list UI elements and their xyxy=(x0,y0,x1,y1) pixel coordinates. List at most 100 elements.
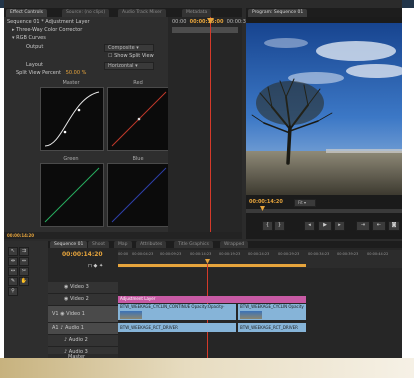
show-split-checkbox[interactable]: ☐ Show Split View xyxy=(108,53,154,60)
timeline-ruler[interactable]: 00:00 00:00:04:23 00:00:09:23 00:00:14:2… xyxy=(118,250,402,268)
red-curve-graph[interactable] xyxy=(107,87,171,151)
blue-curve-line xyxy=(111,167,167,223)
eye-icon[interactable]: ◉ xyxy=(48,296,68,302)
red-curve-point[interactable] xyxy=(137,117,141,121)
ec-split-percent: Split View Percent 50.00 % xyxy=(16,70,87,76)
output-dropdown[interactable]: Composite ▾ xyxy=(104,44,154,52)
ec-mini-clip-bar[interactable] xyxy=(172,27,238,33)
hand-tool[interactable]: ✋ xyxy=(19,277,29,286)
tab-program[interactable]: Program: Sequence 01 xyxy=(248,9,308,17)
speaker-icon[interactable]: ♪ xyxy=(48,337,67,343)
tab-audio-mixer[interactable]: Audio Track Mixer xyxy=(118,9,166,17)
snap-icon[interactable]: ⊓ xyxy=(88,263,92,269)
ruler-label: 00:00 xyxy=(118,252,129,256)
tab-shoot[interactable]: Shoot xyxy=(88,241,109,248)
step-back-button[interactable]: ◂ xyxy=(304,221,315,231)
ruler-label: 00:00:04:23 xyxy=(132,252,154,256)
clip-video-1a[interactable]: BTW_WEEKAGE_CYCLIN_CONTINUE Opacity:Opac… xyxy=(118,304,236,320)
eye-icon[interactable]: ◉ xyxy=(48,284,68,290)
marker-icon[interactable]: ◆ xyxy=(94,263,98,269)
lift-icon: ⇥ xyxy=(360,222,366,228)
tab-map[interactable]: Map xyxy=(114,241,132,248)
hand-icon: ✋ xyxy=(20,278,28,284)
track-header-audio-2[interactable]: ♪ Audio 2 xyxy=(48,335,118,347)
mark-in-button[interactable]: { xyxy=(262,221,273,231)
play-icon: ▶ xyxy=(323,222,327,228)
tab-sequence-01[interactable]: Sequence 01 xyxy=(50,241,88,248)
tab-attributes[interactable]: Attributes xyxy=(136,241,167,248)
selection-tool[interactable]: ↖ xyxy=(8,247,18,256)
clip-video-1b[interactable]: BTW_WEEKAGE_CYCLIN Opacity xyxy=(238,304,306,320)
ruler-label: 00:00:19:23 xyxy=(219,252,241,256)
track-header-video-3[interactable]: ◉ Video 3 xyxy=(48,282,118,294)
ec-status-strip: 00:00:14:20 xyxy=(4,232,242,239)
ruler-label: 00:00:24:23 xyxy=(248,252,270,256)
timeline-timecode[interactable]: 00:00:14:20 xyxy=(62,251,103,258)
clip-audio-1b[interactable]: BTW_WEEKAGE_RCT_DRIVER xyxy=(238,323,306,332)
magnifier-icon: ⚲ xyxy=(11,288,15,294)
razor-tool[interactable]: ✂ xyxy=(19,267,29,276)
work-area-bar[interactable] xyxy=(118,264,306,267)
mark-out-icon: } xyxy=(277,222,282,228)
curve-point-2[interactable] xyxy=(77,108,81,112)
ruler-label: 00:00:09:23 xyxy=(160,252,182,256)
ec-effect-rgb-curves[interactable]: ▾ RGB Curves xyxy=(12,35,46,42)
tab-metadata[interactable]: Metadata xyxy=(182,9,212,17)
fit-dropdown[interactable]: Fit ▾ xyxy=(294,199,316,207)
track-header-video-2[interactable]: ◉ Video 2 xyxy=(48,294,118,306)
play-button[interactable]: ▶ xyxy=(318,221,332,231)
ec-clip-header: Sequence 01 * Adjustment Layer xyxy=(7,19,90,25)
program-scrub-bar[interactable] xyxy=(246,209,402,213)
program-monitor: 00:00:14:20 Fit ▾ { } ◂ ▶ ▸ ⇥ ⇤ ◙ xyxy=(246,17,402,239)
program-video-frame xyxy=(246,23,402,195)
track-select-icon: ⇉ xyxy=(21,248,27,254)
track-select-tool[interactable]: ⇉ xyxy=(19,247,29,256)
step-back-icon: ◂ xyxy=(308,222,311,228)
ruler-label: 00:00:44:22 xyxy=(367,252,389,256)
split-percent-value[interactable]: 50.00 % xyxy=(66,70,87,76)
premiere-app-window: Effect Controls Source: (no clips) Audio… xyxy=(4,0,402,360)
lift-button[interactable]: ⇥ xyxy=(356,221,370,231)
eye-icon[interactable]: ◉ xyxy=(60,311,64,317)
pen-tool[interactable]: ✎ xyxy=(8,277,18,286)
ruler-label: 00:00:14:23 xyxy=(190,252,212,256)
clip-audio-1a[interactable]: BTW_WEEKAGE_RCT_DRIVER xyxy=(118,323,236,332)
extract-button[interactable]: ⇤ xyxy=(372,221,386,231)
tab-title-graphics[interactable]: Title Graphics xyxy=(174,241,213,248)
blue-curve-svg xyxy=(111,167,167,223)
timeline-header-controls: ⊓ ◆ ✦ xyxy=(88,263,103,269)
speaker-icon[interactable]: ♪ xyxy=(60,325,63,331)
track-header-audio-1[interactable]: A1 ♪ Audio 1 xyxy=(48,323,118,335)
tab-effect-controls[interactable]: Effect Controls xyxy=(6,9,47,17)
ruler-label: 00:00:39:23 xyxy=(337,252,359,256)
track-header-video-1[interactable]: V1 ◉ Video 1 xyxy=(48,306,118,323)
ec-effect-three-way[interactable]: ▸ Three-Way Color Corrector xyxy=(12,27,82,34)
stretch-icon: ↔ xyxy=(10,268,16,274)
clip-adjustment-layer[interactable]: Adjustment Layer xyxy=(118,296,306,303)
step-forward-icon: ▸ xyxy=(338,222,341,228)
ripple-edit-tool[interactable]: ⇹ xyxy=(8,257,18,266)
ec-timecode[interactable]: 00:00:14:20 xyxy=(7,233,34,238)
program-timecode[interactable]: 00:00:14:20 xyxy=(249,199,283,205)
wrench-icon[interactable]: ✦ xyxy=(99,263,103,269)
curve-point-1[interactable] xyxy=(63,130,67,134)
green-curve-line xyxy=(44,167,100,223)
export-frame-button[interactable]: ◙ xyxy=(388,221,400,231)
layout-dropdown[interactable]: Horizontal ▾ xyxy=(104,62,154,70)
green-curve-graph[interactable] xyxy=(40,163,104,227)
blue-curve-graph[interactable] xyxy=(107,163,171,227)
master-curve-graph[interactable] xyxy=(40,87,104,151)
tab-source[interactable]: Source: (no clips) xyxy=(62,9,110,17)
mark-out-button[interactable]: } xyxy=(274,221,285,231)
ec-playhead-line xyxy=(210,17,211,239)
razor-icon: ✂ xyxy=(21,268,27,274)
master-curve-line xyxy=(44,91,100,147)
zoom-tool[interactable]: ⚲ xyxy=(8,287,18,296)
curve-title-red: Red xyxy=(133,80,143,86)
left-tab-bar: Effect Controls Source: (no clips) Audio… xyxy=(4,8,242,17)
rate-stretch-tool[interactable]: ↔ xyxy=(8,267,18,276)
step-forward-button[interactable]: ▸ xyxy=(334,221,345,231)
timeline-panel: Sequence 01 Shoot Map Attributes Title G… xyxy=(48,241,402,360)
rolling-edit-tool[interactable]: ⇔ xyxy=(19,257,29,266)
tab-wrapped[interactable]: Wrapped xyxy=(220,241,249,248)
